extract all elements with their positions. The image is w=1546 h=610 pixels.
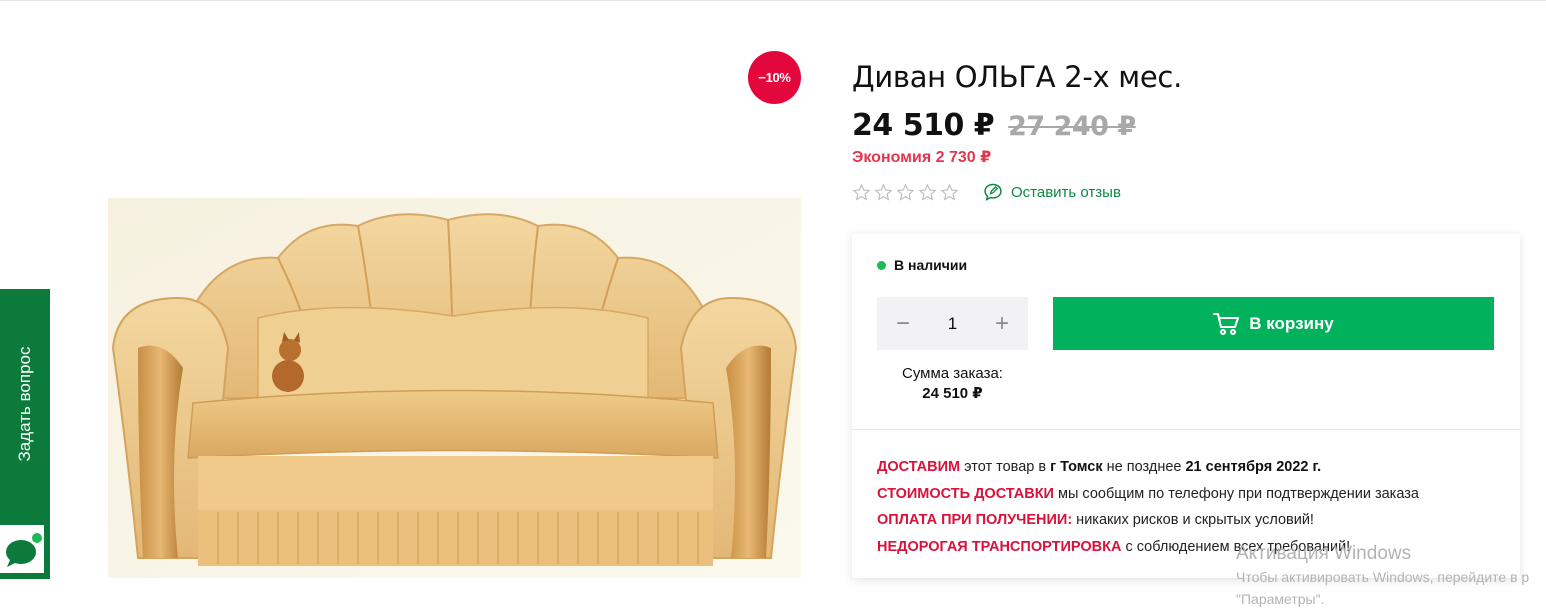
- delivery-city: г Томск: [1050, 459, 1103, 475]
- delivery-cost-line: СТОИМОСТЬ ДОСТАВКИ мы сообщим по телефон…: [877, 481, 1419, 508]
- card-divider: [852, 429, 1520, 430]
- stock-status-label: В наличии: [894, 257, 968, 273]
- star-icon[interactable]: [896, 183, 915, 202]
- cart-icon: [1213, 312, 1240, 335]
- delivery-highlight: ДОСТАВИМ: [877, 459, 961, 475]
- leave-review-label: Оставить отзыв: [1011, 183, 1121, 201]
- payment-text: никаких рисков и скрытых условий!: [1072, 512, 1314, 528]
- delivery-cost-text: мы сообщим по телефону при подтверждении…: [1053, 485, 1419, 502]
- star-icon[interactable]: [940, 183, 959, 202]
- add-to-cart-label: В корзину: [1249, 313, 1334, 333]
- order-sum-label: Сумма заказа:: [902, 365, 1003, 382]
- leave-review-link[interactable]: Оставить отзыв: [983, 182, 1121, 202]
- quantity-value[interactable]: 1: [948, 314, 957, 334]
- top-border: [0, 0, 1546, 1]
- delivery-line: ДОСТАВИМ этот товар в г Томск не позднее…: [877, 454, 1419, 481]
- transport-highlight: НЕДОРОГАЯ ТРАНСПОРТИРОВКА: [877, 538, 1122, 555]
- delivery-text-2: не позднее: [1102, 459, 1186, 475]
- watermark-title: Активация Windows: [1236, 543, 1412, 564]
- product-image[interactable]: [108, 198, 801, 578]
- purchase-card: В наличии − 1 + В корзину Сумма заказа: …: [852, 234, 1520, 578]
- payment-line: ОПЛАТА ПРИ ПОЛУЧЕНИИ: никаких рисков и с…: [877, 507, 1419, 534]
- price-old: 27 240 ₽: [1008, 111, 1136, 142]
- star-icon[interactable]: [852, 183, 871, 202]
- quantity-decrease-button[interactable]: −: [891, 311, 915, 336]
- discount-badge: −10%: [748, 51, 801, 104]
- payment-highlight: ОПЛАТА ПРИ ПОЛУЧЕНИИ:: [877, 512, 1073, 528]
- quantity-stepper: − 1 +: [877, 297, 1028, 350]
- order-sum: Сумма заказа: 24 510 ₽: [877, 364, 1028, 404]
- savings-label: Экономия 2 730 ₽: [852, 149, 992, 166]
- rating-stars[interactable]: [852, 183, 959, 202]
- delivery-cost-highlight: СТОИМОСТЬ ДОСТАВКИ: [877, 485, 1054, 502]
- add-to-cart-button[interactable]: В корзину: [1053, 297, 1494, 350]
- star-icon[interactable]: [874, 183, 893, 202]
- delivery-text-1: этот товар в: [960, 459, 1051, 475]
- product-title: Диван ОЛЬГА 2-х мес.: [852, 60, 1182, 94]
- watermark-line-1: Чтобы активировать Windows, перейдите в …: [1236, 569, 1530, 585]
- stock-dot-icon: [877, 260, 886, 270]
- quantity-increase-button[interactable]: +: [990, 311, 1014, 336]
- rating-row: Оставить отзыв: [852, 182, 1121, 202]
- ask-question-tab[interactable]: Задать вопрос: [0, 289, 50, 579]
- order-sum-value: 24 510 ₽: [922, 385, 983, 402]
- star-icon[interactable]: [918, 183, 937, 202]
- delivery-date: 21 сентября 2022 г.: [1185, 459, 1322, 475]
- stock-status: В наличии: [877, 257, 967, 273]
- chat-button[interactable]: [0, 523, 46, 575]
- price-row: 24 510 ₽ 27 240 ₽: [852, 108, 1136, 143]
- price-current: 24 510 ₽: [852, 108, 995, 143]
- watermark-line-2: "Параметры".: [1236, 591, 1325, 607]
- ask-question-label: Задать вопрос: [15, 346, 34, 462]
- review-icon: [984, 183, 1002, 201]
- windows-activation-watermark: Активация Windows Чтобы активировать Win…: [1236, 543, 1529, 609]
- chat-bubble-icon: [6, 533, 42, 567]
